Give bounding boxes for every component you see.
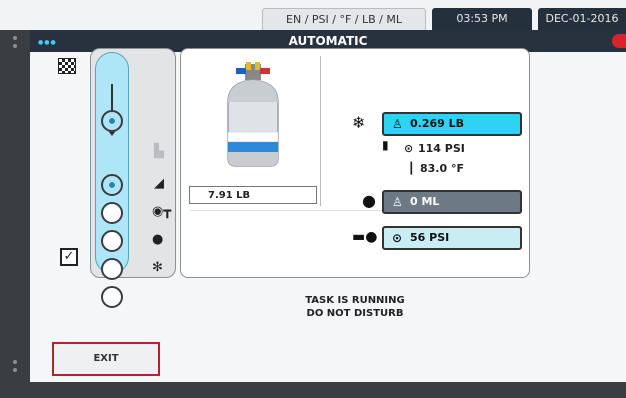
gauge-icon: ⊙ [404, 142, 414, 155]
gauge-icon-vehicle: ⊙ [392, 231, 403, 245]
step-vacuum [101, 174, 123, 196]
frame-knob-top-2 [13, 44, 17, 48]
scale-icon: ♙ [392, 117, 403, 131]
oil-drop-icon: ● [362, 191, 376, 210]
task-status-line2: DO NOT DISTURB [306, 308, 404, 319]
exit-button[interactable]: EXIT [52, 342, 160, 376]
thermometer-icon: ┃ [408, 162, 415, 175]
leak-test-step-icon: ◉┳ [152, 204, 172, 219]
refrigerant-weight-box: ♙ 0.269 LB [382, 112, 522, 136]
oil-drop-step-icon: ● [152, 232, 164, 247]
scale-icon-oil: ♙ [392, 195, 403, 209]
vehicle-pressure-value: 56 PSI [410, 231, 450, 244]
close-icon[interactable] [612, 34, 626, 48]
clock-time: 03:53 PM [432, 8, 532, 30]
pressure-value: 114 PSI [418, 142, 465, 155]
frame-knob-bottom [13, 360, 17, 364]
car-icon: ▬● [352, 229, 378, 245]
oil-volume-box: ♙ 0 ML [382, 190, 522, 214]
snowflake-step-icon: ✻ [152, 260, 163, 275]
step-oil-injection [101, 230, 123, 252]
window-side-frame [0, 30, 30, 398]
task-status: TASK IS RUNNING DO NOT DISTURB [180, 294, 530, 320]
oil-volume-value: 0 ML [410, 195, 440, 208]
temperature-value: 83.0 °F [420, 162, 464, 175]
step-recovery [101, 110, 123, 132]
recovery-step-icon: ▙ [154, 144, 164, 159]
clock-date: DEC-01-2016 [538, 8, 626, 30]
checkbox-icon: ✓ [60, 248, 78, 266]
panel-divider [320, 56, 321, 206]
vehicle-pressure-box: ⊙ 56 PSI [382, 226, 522, 250]
snowflake-icon: ❄ [352, 113, 366, 132]
step-finish [101, 286, 123, 308]
refrigerant-weight-value: 0.269 LB [410, 117, 465, 130]
vacuum-step-icon: ◢ [154, 176, 164, 191]
cylinder-icon: ▮ [382, 138, 389, 152]
frame-knob-top [13, 36, 17, 40]
checkered-flag-icon [58, 58, 76, 74]
tank-weight-value: 7.91 LB [189, 186, 317, 204]
refrigerant-tank-icon [227, 62, 279, 167]
units-indicator[interactable]: EN / PSI / °F / LB / ML [262, 8, 426, 30]
frame-knob-bottom-2 [13, 368, 17, 372]
footer-bar [0, 382, 626, 398]
task-status-line1: TASK IS RUNNING [305, 295, 405, 306]
status-bar: EN / PSI / °F / LB / ML 03:53 PM DEC-01-… [0, 0, 626, 30]
step-leak-test [101, 202, 123, 224]
step-charge [101, 258, 123, 280]
